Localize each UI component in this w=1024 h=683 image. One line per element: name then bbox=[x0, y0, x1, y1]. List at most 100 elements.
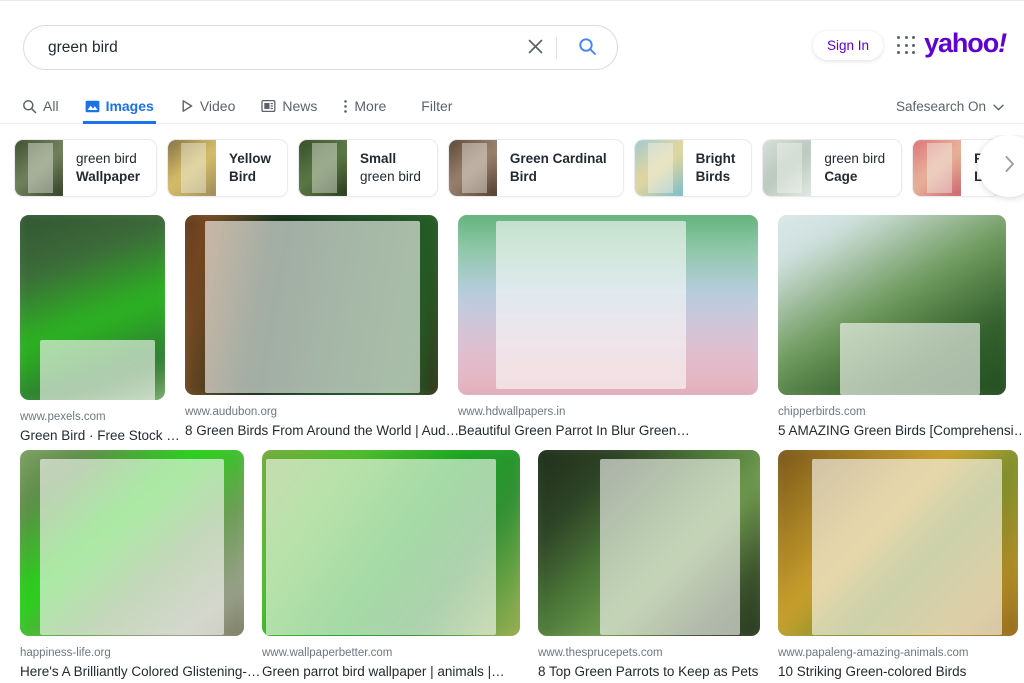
chevron-right-icon bbox=[1003, 155, 1016, 178]
nav-tab-label: News bbox=[282, 98, 317, 114]
nav-tab-video[interactable]: Video bbox=[167, 88, 249, 124]
chip-line-2: Birds bbox=[696, 168, 736, 186]
image-result-tile[interactable]: www.wallpaperbetter.comGreen parrot bird… bbox=[262, 450, 520, 682]
chip-line-2: Bird bbox=[510, 168, 607, 186]
result-domain[interactable]: www.papaleng-amazing-animals.com bbox=[778, 645, 1024, 662]
related-searches-carousel[interactable]: green birdWallpaperYellowBirdSmallgreen … bbox=[0, 135, 1024, 207]
apps-grid-icon[interactable] bbox=[897, 36, 917, 56]
safesearch-dropdown[interactable]: Safesearch On bbox=[896, 88, 1004, 124]
thumbnail-overlay-pane bbox=[205, 221, 420, 393]
nav-tab-all[interactable]: All bbox=[20, 88, 72, 124]
image-result-tile[interactable]: www.pexels.comGreen Bird · Free Stock … bbox=[20, 215, 165, 446]
result-title[interactable]: Here's A Brilliantly Colored Glistening-… bbox=[20, 662, 274, 682]
image-result-tile[interactable]: www.audubon.org8 Green Birds From Around… bbox=[185, 215, 438, 441]
chip-line-1: Bright bbox=[696, 150, 736, 168]
nav-tab-filter[interactable]: Filter bbox=[399, 88, 465, 124]
related-search-chip[interactable]: YellowBird bbox=[167, 139, 288, 197]
chip-line-2: Cage bbox=[824, 168, 885, 186]
search-icon bbox=[22, 99, 37, 114]
related-search-thumbnail bbox=[635, 140, 683, 196]
results-row: www.pexels.comGreen Bird · Free Stock …w… bbox=[0, 210, 1024, 445]
thumbnail-overlay-pane bbox=[266, 459, 496, 635]
result-title[interactable]: 8 Green Birds From Around the World | Au… bbox=[185, 421, 468, 441]
thumbnail-overlay-pane bbox=[812, 459, 1002, 635]
related-search-thumbnail bbox=[763, 140, 811, 196]
thumbnail-overlay-pane bbox=[840, 323, 980, 395]
result-domain[interactable]: www.audubon.org bbox=[185, 404, 468, 421]
result-caption: www.hdwallpapers.inBeautiful Green Parro… bbox=[458, 404, 788, 441]
nav-tab-label: Video bbox=[200, 98, 236, 114]
related-search-chip[interactable]: Smallgreen bird bbox=[298, 139, 438, 197]
play-icon bbox=[180, 99, 194, 113]
search-input[interactable] bbox=[24, 26, 514, 69]
related-search-chip[interactable]: Green CardinalBird bbox=[448, 139, 624, 197]
nav-tab-label: All bbox=[43, 98, 59, 114]
safesearch-label: Safesearch On bbox=[896, 99, 986, 114]
chevron-down-icon bbox=[993, 99, 1004, 114]
result-thumbnail[interactable] bbox=[20, 450, 244, 636]
result-title[interactable]: Beautiful Green Parrot In Blur Green… bbox=[458, 421, 788, 441]
nav-tab-images[interactable]: Images bbox=[72, 88, 167, 124]
clear-search-button[interactable] bbox=[514, 26, 556, 69]
image-icon bbox=[85, 99, 100, 114]
related-search-chip[interactable]: green birdWallpaper bbox=[14, 139, 157, 197]
close-icon bbox=[527, 38, 544, 58]
yahoo-images-search-page: Sign In yahoo! All Images Video News More Fil… bbox=[0, 0, 1024, 683]
result-caption: www.pexels.comGreen Bird · Free Stock … bbox=[20, 409, 195, 446]
related-search-label: Green CardinalBird bbox=[497, 150, 623, 186]
result-domain[interactable]: www.thesprucepets.com bbox=[538, 645, 790, 662]
nav-tab-label: Filter bbox=[421, 98, 452, 114]
image-result-tile[interactable]: www.papaleng-amazing-animals.com10 Strik… bbox=[778, 450, 1018, 682]
chip-line-1: Yellow bbox=[229, 150, 271, 168]
result-domain[interactable]: chipperbirds.com bbox=[778, 404, 1024, 421]
result-domain[interactable]: www.pexels.com bbox=[20, 409, 195, 426]
related-search-chip[interactable]: green birdCage bbox=[762, 139, 902, 197]
thumbnail-overlay-pane bbox=[40, 459, 224, 635]
result-domain[interactable]: www.hdwallpapers.in bbox=[458, 404, 788, 421]
result-thumbnail[interactable] bbox=[20, 215, 165, 400]
sign-in-button[interactable]: Sign In bbox=[813, 31, 883, 60]
search-bar[interactable] bbox=[23, 25, 618, 70]
result-caption: www.audubon.org8 Green Birds From Around… bbox=[185, 404, 468, 441]
chip-line-2: Wallpaper bbox=[76, 168, 140, 186]
result-thumbnail[interactable] bbox=[185, 215, 438, 395]
result-title[interactable]: Green parrot bird wallpaper | animals |… bbox=[262, 662, 550, 682]
result-caption: www.papaleng-amazing-animals.com10 Strik… bbox=[778, 645, 1024, 682]
image-result-tile[interactable]: www.hdwallpapers.inBeautiful Green Parro… bbox=[458, 215, 758, 441]
chip-line-1: Green Cardinal bbox=[510, 150, 607, 168]
result-title[interactable]: 8 Top Green Parrots to Keep as Pets bbox=[538, 662, 790, 682]
nav-tab-news[interactable]: News bbox=[248, 88, 330, 124]
chip-line-1: green bird bbox=[824, 150, 885, 168]
result-thumbnail[interactable] bbox=[778, 215, 1006, 395]
related-search-label: green birdWallpaper bbox=[63, 150, 156, 186]
yahoo-logo-bang: ! bbox=[998, 28, 1006, 58]
result-thumbnail[interactable] bbox=[538, 450, 760, 636]
result-thumbnail[interactable] bbox=[458, 215, 758, 395]
chip-line-1: Small bbox=[360, 150, 421, 168]
related-search-thumbnail bbox=[449, 140, 497, 196]
image-result-tile[interactable]: www.thesprucepets.com8 Top Green Parrots… bbox=[538, 450, 760, 682]
related-search-chip[interactable]: BrightBirds bbox=[634, 139, 753, 197]
result-domain[interactable]: happiness-life.org bbox=[20, 645, 274, 662]
thumbnail-overlay-pane bbox=[496, 221, 686, 389]
kebab-icon bbox=[343, 99, 348, 114]
result-caption: www.wallpaperbetter.comGreen parrot bird… bbox=[262, 645, 550, 682]
result-thumbnail[interactable] bbox=[262, 450, 520, 636]
result-title[interactable]: Green Bird · Free Stock … bbox=[20, 426, 195, 446]
related-search-label: Smallgreen bird bbox=[347, 150, 437, 186]
image-result-tile[interactable]: chipperbirds.com5 AMAZING Green Birds [C… bbox=[778, 215, 1006, 441]
search-submit-button[interactable] bbox=[557, 26, 617, 69]
related-search-thumbnail bbox=[913, 140, 961, 196]
search-icon bbox=[578, 37, 597, 59]
news-icon bbox=[261, 99, 276, 113]
related-search-label: YellowBird bbox=[216, 150, 287, 186]
result-title[interactable]: 5 AMAZING Green Birds [Comprehensi… bbox=[778, 421, 1024, 441]
result-title[interactable]: 10 Striking Green-colored Birds bbox=[778, 662, 1024, 682]
result-thumbnail[interactable] bbox=[778, 450, 1018, 636]
yahoo-logo[interactable]: yahoo! bbox=[924, 30, 1006, 57]
nav-tab-more[interactable]: More bbox=[330, 88, 399, 124]
image-result-tile[interactable]: happiness-life.orgHere's A Brilliantly C… bbox=[20, 450, 244, 682]
result-domain[interactable]: www.wallpaperbetter.com bbox=[262, 645, 550, 662]
vertical-nav-tabs: All Images Video News More Filter Safesearch … bbox=[0, 88, 1024, 124]
thumbnail-overlay-pane bbox=[40, 340, 155, 400]
